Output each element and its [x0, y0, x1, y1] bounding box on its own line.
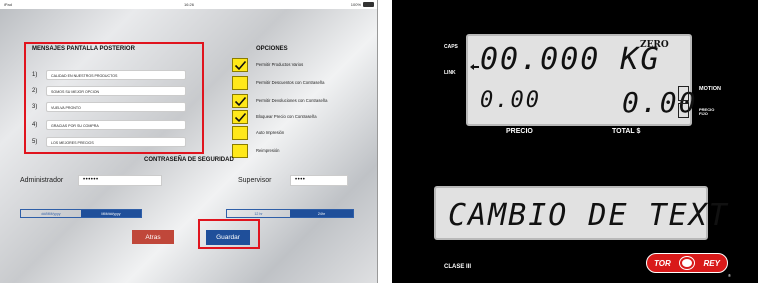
time-format-toggle[interactable]: 12 hr 24hr — [226, 209, 354, 218]
message-number: 5) — [32, 139, 38, 145]
message-number: 3) — [32, 104, 38, 110]
option-label: Permitir Descuentos con Contraseña — [256, 80, 325, 85]
battery-percent: 100% — [350, 2, 361, 7]
date-format-option[interactable]: MM/dd/yyyy — [81, 210, 141, 217]
check-icon — [234, 60, 247, 71]
option-label: Bloquear Precio con Contraseña — [256, 114, 317, 119]
device-label: iPad — [4, 2, 13, 7]
settings-screen: iPad 16:26 100% MENSAJES PANTALLA POSTER… — [0, 0, 378, 283]
caps-indicator: CAPS — [444, 44, 458, 50]
message-input-1[interactable]: CALIDAD EN NUESTROS PRODUCTOS — [46, 70, 186, 80]
message-input-3[interactable]: VUELVA PRONTO — [46, 102, 186, 112]
message-lcd: CAMBIO DE TEXT — [434, 186, 727, 240]
option-label: Permitir Devoluciones con Contraseña — [256, 98, 328, 103]
option-label: Auto Impresión — [256, 130, 285, 135]
motion-indicator: MOTION — [699, 86, 721, 92]
bull-icon — [680, 257, 695, 269]
status-bar: iPad 16:26 100% — [0, 0, 377, 9]
price-readout: 0.00 — [480, 88, 541, 113]
scale-display-panel: CAPS LINK 00.000 KG ZERO 0.00 0.00 MOTIO… — [392, 0, 758, 283]
supervisor-label: Supervisor — [238, 177, 272, 184]
option-checkbox[interactable] — [232, 110, 248, 124]
message-number: 1) — [32, 72, 38, 78]
option-checkbox[interactable] — [232, 58, 248, 72]
logo-text-right: REY — [703, 258, 720, 268]
admin-password-field[interactable]: •••••• — [78, 175, 162, 186]
time-format-option[interactable]: 12 hr — [227, 210, 290, 217]
zero-indicator: ZERO — [640, 40, 669, 50]
price-label: PRECIO — [506, 128, 533, 135]
logo-text-left: TOR — [654, 258, 671, 268]
date-format-toggle[interactable]: dd/MM/yyyy MM/dd/yyyy — [20, 209, 142, 218]
arrow-left-icon — [470, 64, 479, 70]
fixed-price-label-line2: FIJO — [699, 111, 708, 116]
registered-mark: ® — [728, 273, 731, 278]
option-checkbox[interactable] — [232, 144, 248, 158]
options-title: OPCIONES — [256, 46, 288, 52]
class-label: CLASE III — [444, 264, 472, 270]
weight-lcd: 00.000 KG ZERO 0.00 0.00 — [466, 34, 695, 126]
messages-title: MENSAJES PANTALLA POSTERIOR — [32, 46, 135, 52]
status-time: 16:26 — [184, 2, 195, 7]
message-readout: CAMBIO DE TEXT — [448, 198, 729, 233]
total-label: TOTAL $ — [612, 128, 641, 135]
security-title: CONTRASEÑA DE SEGURIDAD — [144, 157, 234, 163]
link-indicator: LINK — [444, 70, 456, 76]
check-icon — [234, 96, 247, 107]
fixed-price-indicator: PRECIO FIJO — [699, 108, 714, 116]
option-checkbox[interactable] — [232, 126, 248, 140]
time-format-option[interactable]: 24hr — [290, 210, 353, 217]
option-label: Reimpresión — [256, 148, 280, 153]
weight-readout: 00.000 KG — [480, 42, 661, 77]
message-input-5[interactable]: LOS MEJORES PRECIOS — [46, 137, 186, 147]
torrey-logo: TOR REY — [646, 253, 728, 273]
message-input-4[interactable]: GRACIAS POR SU COMPRA — [46, 120, 186, 130]
admin-label: Administrador — [20, 177, 64, 184]
option-checkbox[interactable] — [232, 94, 248, 108]
message-number: 4) — [32, 122, 38, 128]
indicator-boxes — [678, 86, 689, 118]
back-button[interactable]: Atras — [132, 230, 174, 244]
message-input-2[interactable]: SOMOS SU MEJOR OPCION — [46, 86, 186, 96]
message-number: 2) — [32, 88, 38, 94]
battery-icon — [363, 2, 374, 7]
check-icon — [234, 112, 247, 123]
date-format-option[interactable]: dd/MM/yyyy — [21, 210, 81, 217]
option-checkbox[interactable] — [232, 76, 248, 90]
option-label: Permitir Productos Varios — [256, 62, 304, 67]
supervisor-password-field[interactable]: •••• — [290, 175, 348, 186]
save-button[interactable]: Guardar — [206, 230, 250, 245]
